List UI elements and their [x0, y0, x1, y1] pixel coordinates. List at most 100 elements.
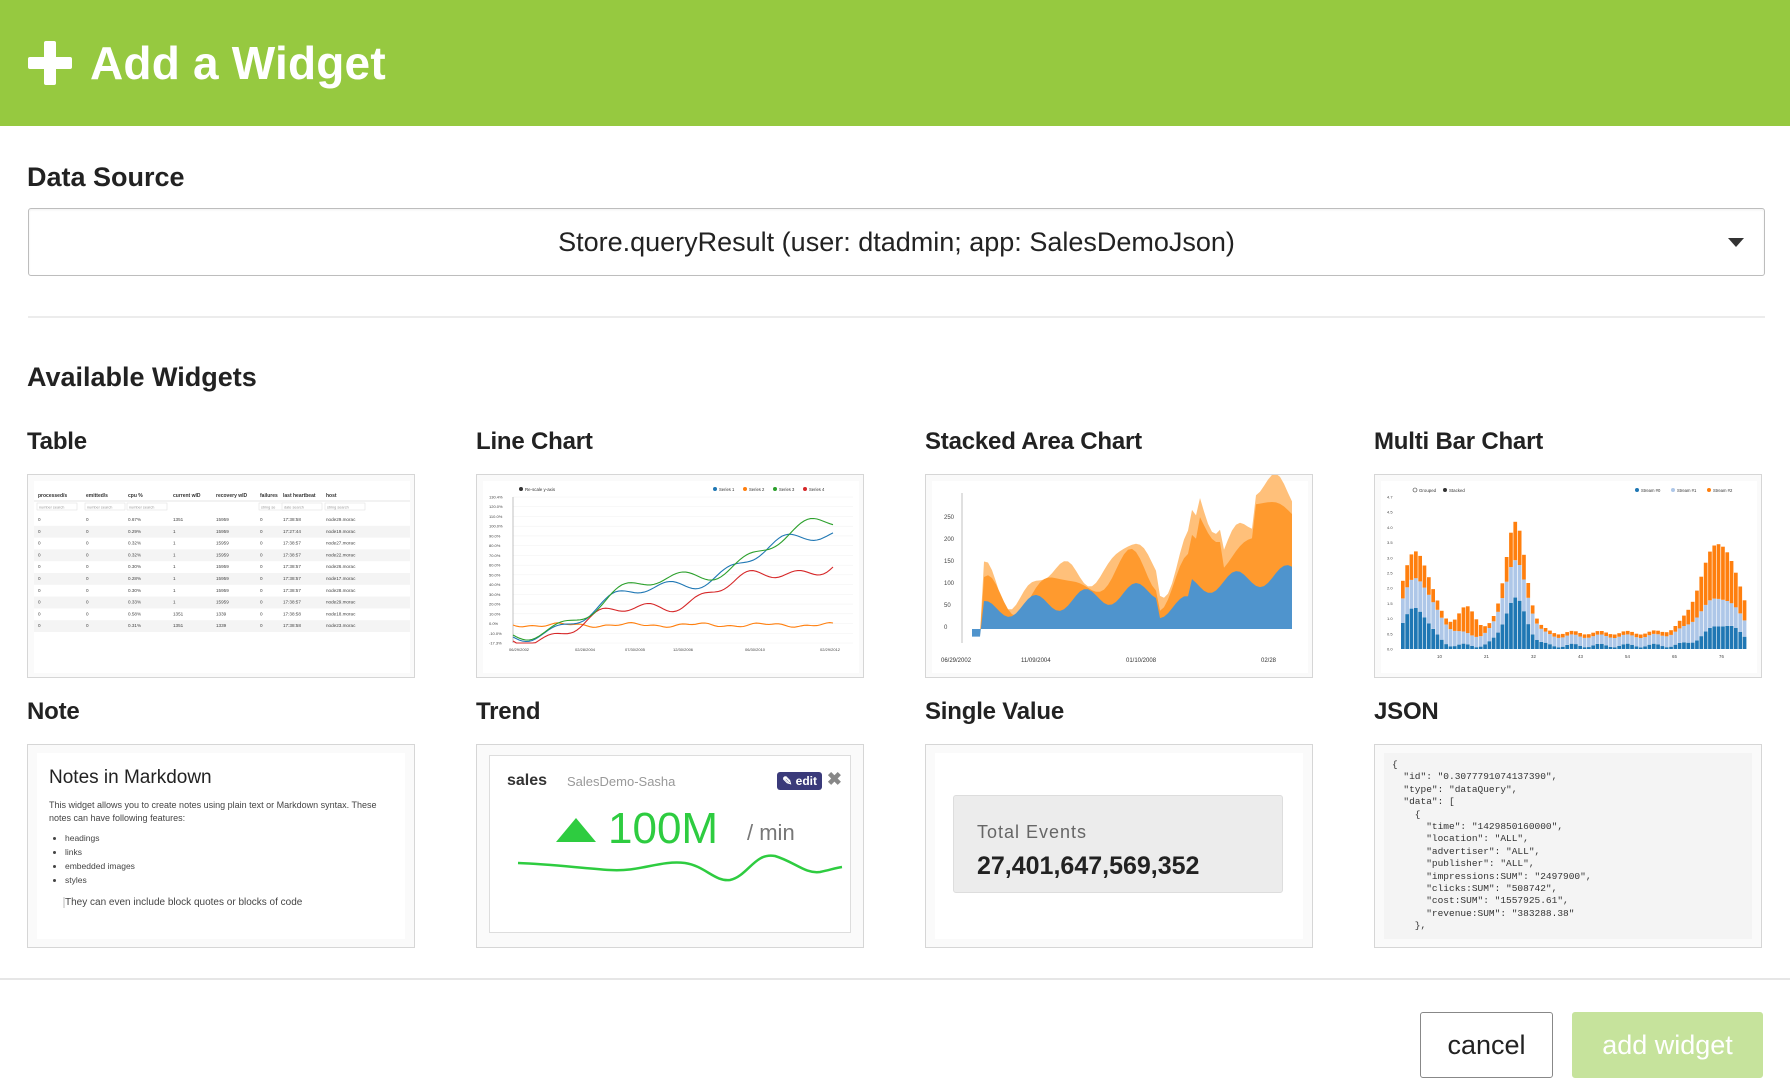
bar: [1457, 644, 1461, 649]
bar: [1638, 638, 1643, 648]
widget-label-line-chart: Line Chart: [476, 428, 593, 455]
y-tick: 120.0%: [489, 504, 503, 509]
legend-dot: [773, 487, 777, 491]
mode-radio: [1412, 487, 1418, 493]
data-source-select[interactable]: Store.queryResult (user: dtadmin; app: S…: [28, 208, 1765, 276]
table-cell: 0.30%: [128, 564, 141, 569]
table-cell: 1351: [173, 611, 184, 616]
table-cell: 15959: [216, 517, 229, 522]
table-cell: 0: [260, 552, 263, 557]
bar: [1669, 634, 1673, 647]
table-cell: 17:38:58: [283, 517, 301, 522]
widget-label-stacked-area-chart: Stacked Area Chart: [925, 428, 1142, 455]
table-cell: 15959: [216, 529, 229, 534]
bar: [1530, 613, 1535, 635]
x-tick: 01/10/2008: [1126, 658, 1157, 664]
widget-trend[interactable]: sales SalesDemo-Sasha ✎ edit ✖ 100M / mi…: [476, 744, 864, 948]
table-cell: 0: [38, 588, 41, 593]
x-tick: 65: [1672, 654, 1677, 659]
widget-multi-bar-chart[interactable]: Grouped Stacked Stream #0 Stream #1 Stream #…: [1374, 474, 1762, 678]
bar: [1690, 622, 1695, 643]
table-cell: 15959: [216, 600, 229, 605]
table-cell: node29.morac: [326, 600, 356, 605]
bar: [1574, 634, 1578, 645]
bar: [1504, 557, 1509, 582]
bar: [1509, 567, 1513, 603]
bar: [1448, 629, 1453, 647]
bar: [1686, 624, 1691, 643]
bar: [1725, 552, 1730, 601]
y-tick: 1.5: [1387, 601, 1393, 606]
bar: [1457, 613, 1461, 632]
bar: [1496, 603, 1500, 612]
bar: [1682, 626, 1686, 643]
bar: [1591, 632, 1595, 637]
y-tick: 30.0%: [489, 592, 501, 597]
data-source-label: Data Source: [27, 162, 185, 192]
bar: [1716, 626, 1721, 649]
bar: [1405, 614, 1409, 649]
bar: [1591, 645, 1595, 649]
line-chart-preview: Re-scale y-axis Series 1 Series 2 Series 3 S…: [483, 481, 859, 673]
x-tick: 06/29/2002: [941, 658, 972, 664]
table-cell: 0: [86, 576, 89, 581]
table-cell: 0.33%: [128, 600, 141, 605]
bar: [1535, 618, 1539, 624]
bar: [1457, 631, 1461, 645]
bar: [1712, 545, 1717, 599]
bar: [1487, 641, 1492, 649]
y-tick: 1.0: [1387, 616, 1393, 621]
y-tick: 3.0: [1387, 555, 1393, 560]
bar: [1677, 620, 1682, 629]
bar: [1721, 626, 1725, 649]
bar: [1444, 644, 1448, 649]
bar: [1595, 631, 1600, 635]
y-tick: 0.0%: [489, 621, 499, 626]
bar: [1725, 601, 1730, 626]
bar: [1574, 644, 1578, 649]
legend-label: Stream #0: [1641, 488, 1661, 493]
bar: [1734, 572, 1738, 608]
x-tick: 02/28: [1261, 658, 1277, 664]
bar: [1405, 587, 1409, 615]
bar: [1721, 546, 1725, 600]
note-title: Notes in Markdown: [49, 767, 212, 788]
widget-stacked-area-chart[interactable]: 250 200 150 100 50 0 06/29/2002 11/09/2004 01/10…: [925, 474, 1313, 678]
y-tick: 4.7: [1387, 495, 1393, 500]
divider: [28, 316, 1765, 318]
table-cell: 0: [86, 552, 89, 557]
y-tick: 0.5: [1387, 631, 1393, 636]
bar: [1621, 634, 1626, 645]
widget-table[interactable]: processed/s emitted/s cpu % current wID reco…: [27, 474, 415, 678]
bar: [1561, 637, 1565, 647]
table-cell: 1351: [173, 623, 184, 628]
bar: [1617, 636, 1621, 646]
search-placeholder: number search: [129, 506, 154, 510]
y-tick: 4.5: [1387, 510, 1393, 515]
bar: [1600, 643, 1604, 649]
table-cell: node22.morac: [326, 552, 356, 557]
table-cell: 0: [260, 611, 263, 616]
bar: [1561, 633, 1565, 638]
y-tick: -17.3%: [489, 641, 502, 646]
bar: [1422, 565, 1427, 588]
bar: [1582, 634, 1587, 638]
widget-json[interactable]: { "id": "0.3077791074137390", "type": "d…: [1374, 744, 1762, 948]
widget-note[interactable]: Notes in Markdown This widget allows you…: [27, 744, 415, 948]
note-preview: Notes in Markdown This widget allows you…: [37, 753, 405, 939]
bar: [1422, 617, 1427, 649]
widget-single-value[interactable]: Total Events 27,401,647,569,352: [925, 744, 1313, 948]
add-widget-button[interactable]: add widget: [1572, 1012, 1763, 1078]
widget-line-chart[interactable]: Re-scale y-axis Series 1 Series 2 Series 3 S…: [476, 474, 864, 678]
bar: [1548, 630, 1552, 635]
bar: [1427, 623, 1431, 649]
bar: [1677, 628, 1682, 643]
bar: [1686, 642, 1691, 649]
legend-label: Series 1: [719, 487, 735, 492]
bar: [1625, 643, 1630, 649]
bar: [1664, 636, 1669, 648]
y-tick: 100.0%: [489, 524, 503, 529]
bar: [1401, 622, 1405, 649]
cancel-button[interactable]: cancel: [1420, 1012, 1553, 1078]
bar: [1565, 645, 1569, 649]
